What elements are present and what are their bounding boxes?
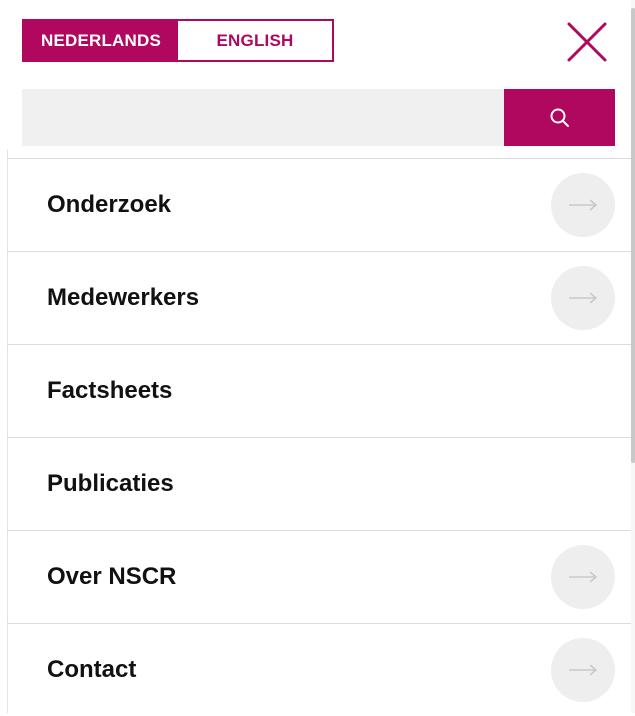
arrow-right-icon xyxy=(569,571,598,583)
nav-item-onderzoek[interactable]: Onderzoek xyxy=(7,158,631,251)
submenu-arrow-button[interactable] xyxy=(551,173,615,237)
main-navigation: Onderzoek Medewerkers Factsheets Publica… xyxy=(7,158,631,716)
close-icon xyxy=(567,22,607,62)
arrow-right-icon xyxy=(569,664,598,676)
submenu-arrow-button[interactable] xyxy=(551,545,615,609)
nav-item-factsheets[interactable]: Factsheets xyxy=(7,344,631,437)
search-bar xyxy=(22,89,615,146)
nav-item-contact[interactable]: Contact xyxy=(7,623,631,716)
nav-item-label: Publicaties xyxy=(47,470,174,497)
search-button[interactable] xyxy=(504,89,615,146)
language-option-english[interactable]: ENGLISH xyxy=(178,21,332,60)
scrollbar-thumb[interactable] xyxy=(631,8,635,463)
nav-item-label: Onderzoek xyxy=(47,191,172,218)
arrow-right-icon xyxy=(569,199,598,211)
nav-item-label: Contact xyxy=(47,656,137,683)
close-button[interactable] xyxy=(566,21,608,63)
search-icon xyxy=(550,108,569,127)
scrollbar[interactable] xyxy=(631,0,635,713)
language-switcher: NEDERLANDS ENGLISH xyxy=(22,19,334,62)
arrow-right-icon xyxy=(569,292,598,304)
language-option-nederlands[interactable]: NEDERLANDS xyxy=(24,21,178,60)
nav-item-medewerkers[interactable]: Medewerkers xyxy=(7,251,631,344)
nav-item-label: Medewerkers xyxy=(47,284,200,311)
submenu-arrow-button[interactable] xyxy=(551,266,615,330)
nav-item-over-nscr[interactable]: Over NSCR xyxy=(7,530,631,623)
mobile-menu-panel: NEDERLANDS ENGLISH Onderzoek Medewerkers… xyxy=(0,0,631,713)
nav-item-label: Factsheets xyxy=(47,377,173,404)
submenu-arrow-button[interactable] xyxy=(551,638,615,702)
nav-item-publicaties[interactable]: Publicaties xyxy=(7,437,631,530)
search-input[interactable] xyxy=(22,89,504,146)
nav-item-label: Over NSCR xyxy=(47,563,177,590)
